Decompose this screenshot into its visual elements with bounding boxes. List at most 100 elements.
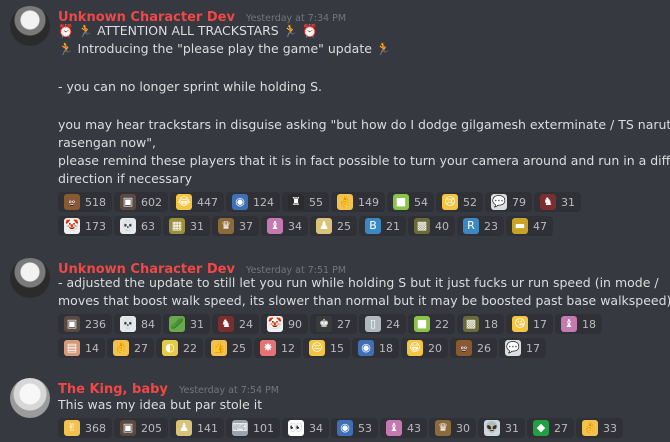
custom-emoji-icon: ♝ [267,218,283,234]
custom-emoji-icon: ♝ [386,420,402,436]
message-line: direction if necessary [58,171,192,186]
reaction-button[interactable]: 💀 84 [114,314,161,334]
reaction-button[interactable]: 💬 79 [485,192,532,212]
reaction-button[interactable]: ♝ 43 [380,418,427,438]
keyboard-icon: ⌨ [232,420,248,436]
reaction-count: 27 [554,421,568,435]
reaction-button[interactable]: ♚ 27 [310,314,357,334]
reaction-button[interactable]: ♝ 18 [555,314,602,334]
reaction-button[interactable]: 🤡 90 [261,314,308,334]
poop-icon: 💩 [456,340,472,356]
avatar[interactable] [10,258,50,298]
reaction-button[interactable]: ◉ 18 [352,338,399,358]
grinning-face-icon: 😁 [407,340,423,356]
ok-hand-icon: 👌 [113,340,129,356]
reaction-button[interactable]: ✌ 368 [58,418,112,438]
reaction-button[interactable]: 😔 15 [303,338,350,358]
reaction-button[interactable]: R 23 [457,216,504,236]
reaction-button[interactable]: 👽 31 [478,418,525,438]
thumbs-up-icon: 👍 [211,340,227,356]
reaction-count: 20 [428,341,442,355]
reaction-button[interactable]: 👀 34 [282,418,329,438]
custom-emoji-icon: ▯ [365,316,381,332]
timestamp: Yesterday at 7:54 PM [178,385,279,396]
reaction-button[interactable]: ✸ 12 [254,338,301,358]
reaction-button[interactable]: ■ 22 [408,314,455,334]
clown-icon: 🤡 [267,316,283,332]
reaction-button[interactable]: ♛ 30 [429,418,476,438]
reaction-button[interactable]: ♝ 34 [261,216,308,236]
reaction-button[interactable]: 😁 20 [401,338,448,358]
reaction-button[interactable]: 👍 25 [205,338,252,358]
avatar[interactable] [10,6,50,46]
reaction-count: 34 [309,421,323,435]
reaction-button[interactable]: ♛ 37 [212,216,259,236]
avatar[interactable] [10,378,50,418]
reaction-button[interactable]: ■ 54 [387,192,434,212]
reaction-count: 33 [603,421,617,435]
reaction-button[interactable]: 💩 26 [450,338,497,358]
message-line: 🏃 Introducing the "please play the game"… [58,41,392,56]
reaction-count: 37 [239,219,253,233]
reaction-count: 31 [561,195,575,209]
reaction-button[interactable]: 👌 27 [107,338,154,358]
custom-emoji-icon: ▩ [414,218,430,234]
reaction-button[interactable]: ▦ 31 [163,216,210,236]
ok-hand-icon: 👌 [582,420,598,436]
message-line: - you can no longer sprint while holding… [58,79,322,94]
skull-icon: 💀 [120,316,136,332]
reaction-count: 141 [197,421,218,435]
reaction-count: 27 [337,317,351,331]
reaction-button[interactable]: 💬 17 [499,338,546,358]
reaction-count: 149 [358,195,379,209]
reaction-button[interactable]: ▣ 205 [114,418,168,438]
reaction-button[interactable]: 🤡 173 [58,216,112,236]
reaction-button[interactable]: 😘 17 [506,314,553,334]
letter-r-icon: R [463,218,479,234]
joy-icon: 😂 [176,194,192,210]
reaction-button[interactable]: ▣ 236 [58,314,112,334]
reaction-button[interactable]: ▩ 18 [457,314,504,334]
reaction-button[interactable]: ⌨ 101 [226,418,280,438]
message-2: Unknown Character Dev Yesterday at 7:51 … [0,258,670,358]
message-1: Unknown Character Dev Yesterday at 7:34 … [0,6,670,236]
reaction-button[interactable]: ♟ 25 [310,216,357,236]
custom-emoji-icon: ◐ [162,340,178,356]
reaction-button[interactable]: ▣ 602 [114,192,168,212]
reaction-button[interactable]: ◉ 53 [331,418,378,438]
reaction-button[interactable]: ◉ 124 [226,192,280,212]
reaction-button[interactable]: ▬ 47 [506,216,553,236]
custom-emoji-icon: ♛ [435,420,451,436]
reaction-button[interactable]: 😂 447 [170,192,224,212]
custom-emoji-icon: ♞ [218,316,234,332]
reaction-button[interactable]: ▩ 40 [408,216,455,236]
clown-icon: 🤡 [64,218,80,234]
reaction-count: 30 [456,421,470,435]
reaction-button[interactable]: 👌 33 [576,418,623,438]
reaction-count: 173 [85,219,106,233]
reaction-button[interactable]: ♜ 55 [282,192,329,212]
reaction-button[interactable]: ▤ 14 [58,338,105,358]
message-line: you may hear trackstars in disguise aski… [58,117,670,132]
reaction-button[interactable]: 👌 149 [331,192,385,212]
message-line: ⏰ 🏃 ATTENTION ALL TRACKSTARS 🏃 ⏰ [58,23,318,38]
reaction-button[interactable]: ◐ 22 [156,338,203,358]
reaction-count: 518 [85,195,106,209]
custom-emoji-icon: ◉ [232,194,248,210]
reaction-button[interactable]: 🥒 31 [163,314,210,334]
reaction-button[interactable]: ◆ 27 [527,418,574,438]
reaction-button[interactable]: B 21 [359,216,406,236]
reaction-button[interactable]: ♞ 24 [212,314,259,334]
reaction-button[interactable]: ♞ 31 [534,192,581,212]
custom-emoji-icon: ▣ [120,420,136,436]
reaction-count: 25 [232,341,246,355]
reaction-count: 90 [288,317,302,331]
reaction-button[interactable]: ♟ 141 [170,418,224,438]
reaction-button[interactable]: 💩 518 [58,192,112,212]
reaction-count: 40 [435,219,449,233]
username[interactable]: The King, baby [58,382,168,397]
reaction-button[interactable]: ▯ 24 [359,314,406,334]
reaction-button[interactable]: 💀 63 [114,216,161,236]
reaction-button[interactable]: 😢 52 [436,192,483,212]
reaction-count: 18 [582,317,596,331]
